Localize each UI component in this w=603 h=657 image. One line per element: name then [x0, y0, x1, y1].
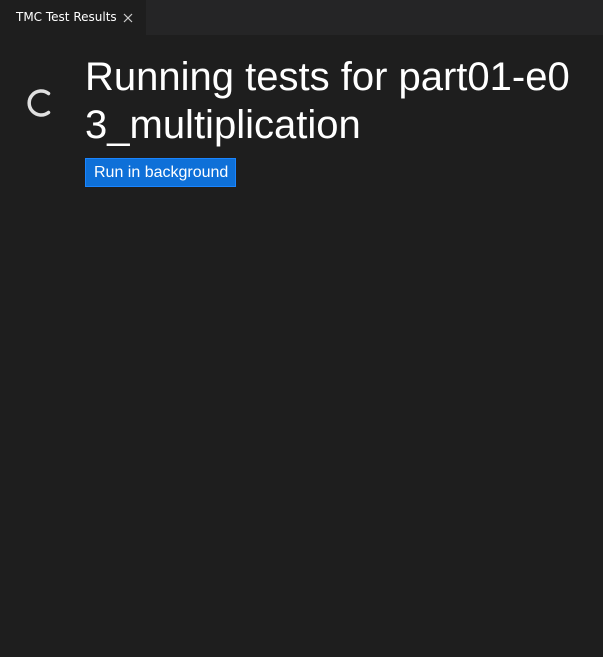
close-icon[interactable] [122, 11, 134, 23]
editor-tab-bar: TMC Test Results [0, 0, 603, 35]
page-title: Running tests for part01-e03_multiplicat… [85, 55, 570, 147]
test-results-panel: Running tests for part01-e03_multiplicat… [0, 35, 603, 657]
tab-label: TMC Test Results [16, 10, 117, 24]
tab-tmc-test-results[interactable]: TMC Test Results [0, 0, 146, 35]
loading-spinner-icon [24, 87, 56, 119]
run-in-background-button[interactable]: Run in background [85, 158, 237, 187]
